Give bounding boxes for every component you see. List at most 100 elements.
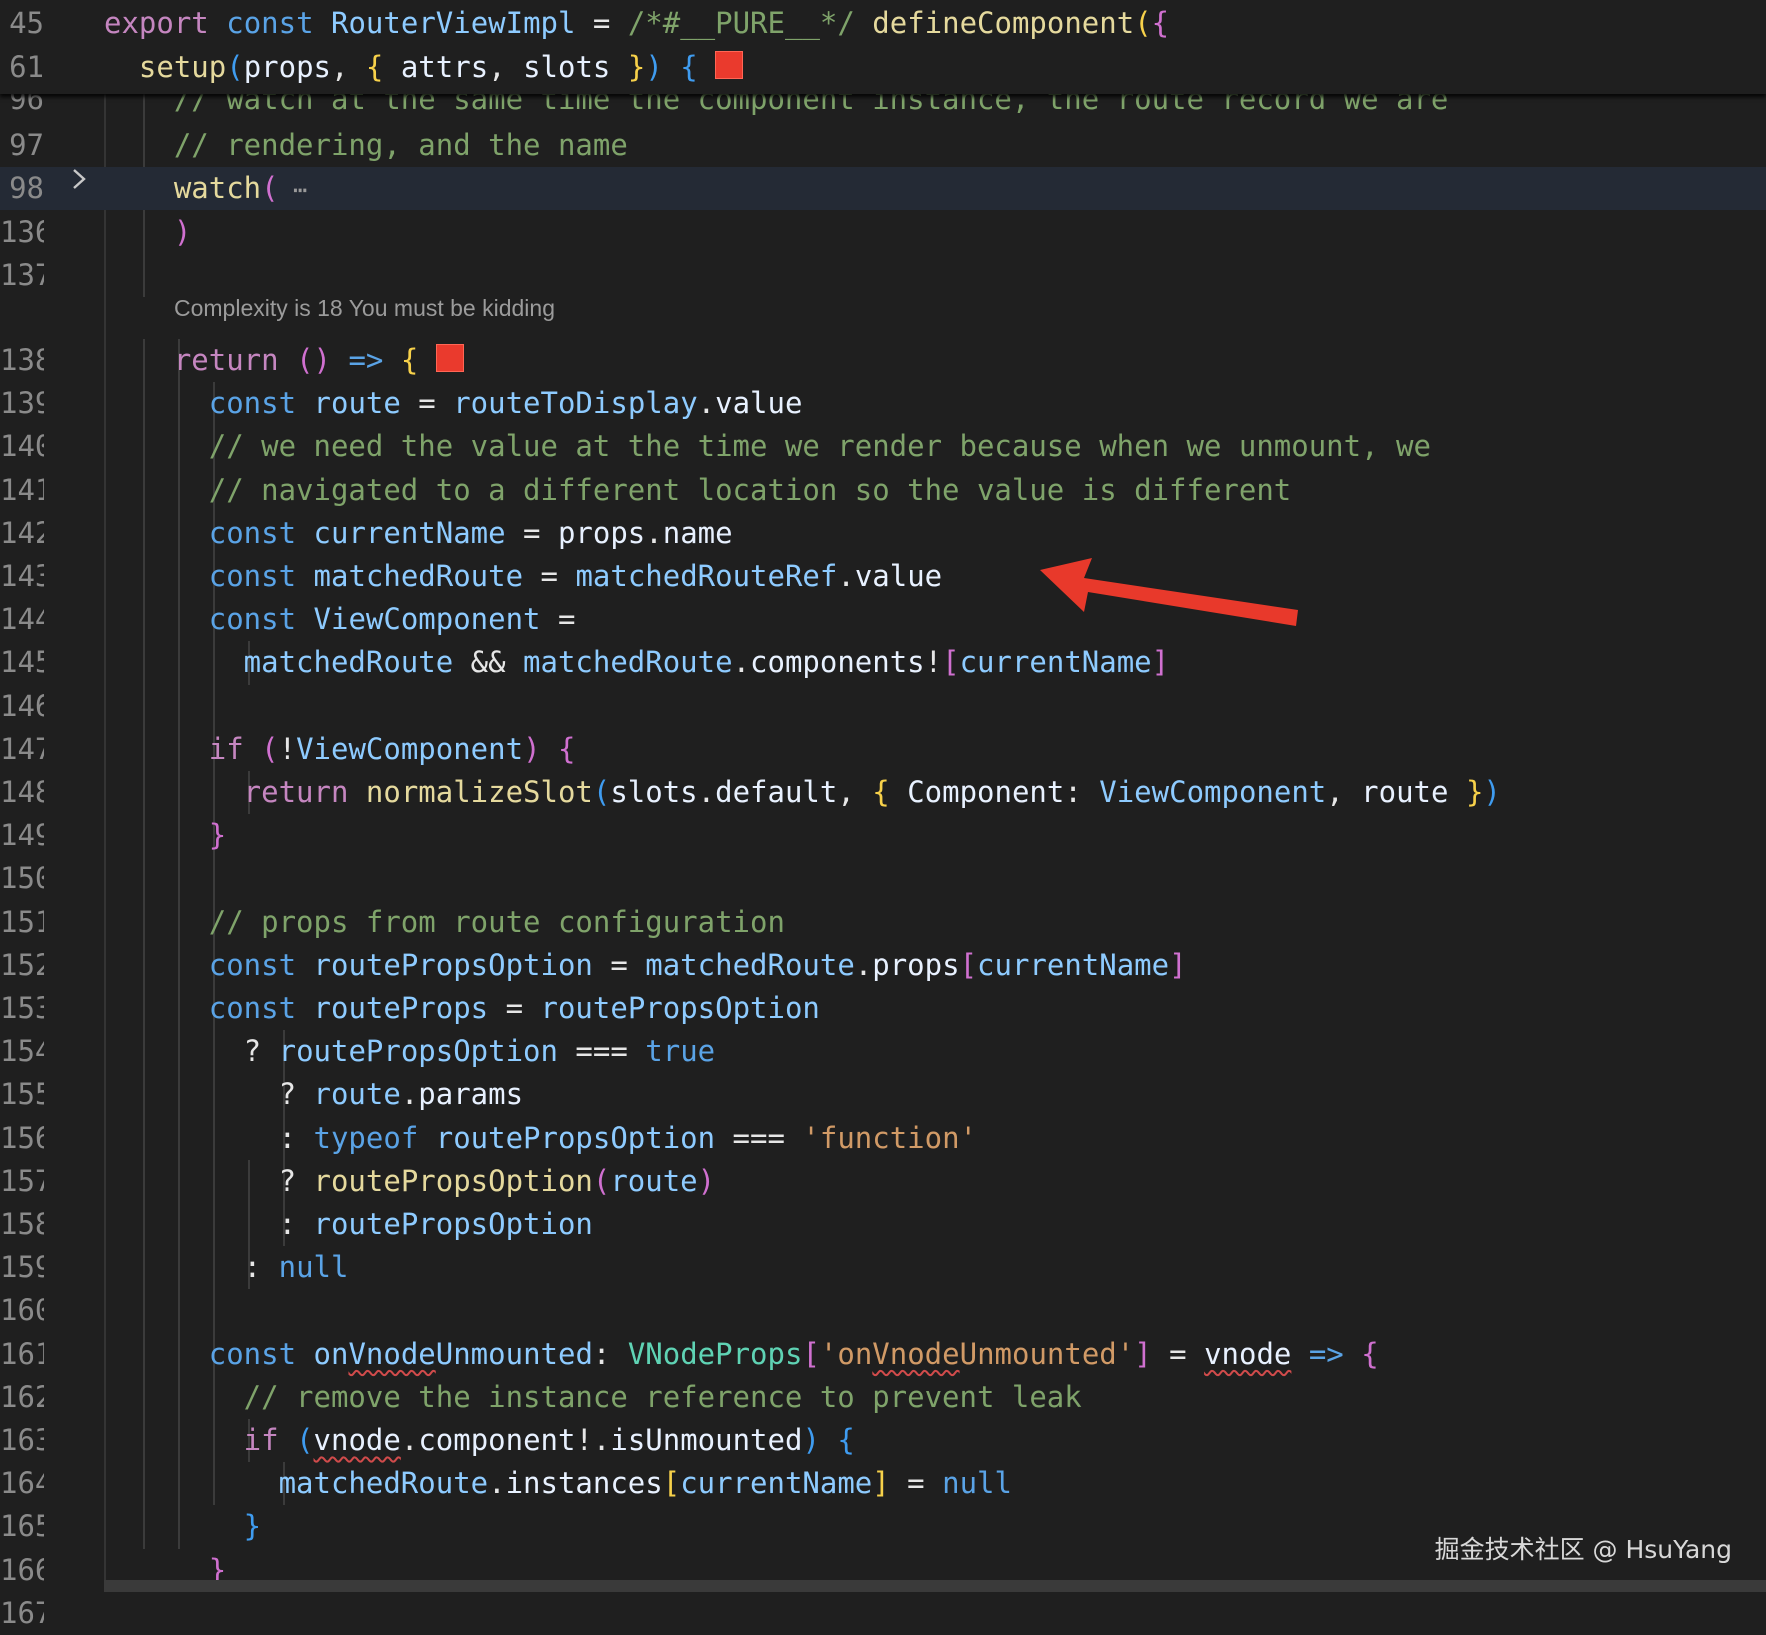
line-number: 149 [0,818,44,853]
code-line[interactable]: 162 // remove the instance reference to … [0,1376,1766,1419]
code-token: const [104,386,297,421]
code-token: ] [872,1466,890,1501]
code-token: return [104,343,279,377]
code-line[interactable]: 147 if (!ViewComponent) { [0,728,1766,771]
code-line[interactable]: 149 } [0,814,1766,857]
code-line[interactable]: 61 setup(props, { attrs, slots }) { [0,46,1766,89]
sticky-scroll-header[interactable]: 45 export const RouterViewImpl = /*#__PUR… [0,0,1766,94]
code-line[interactable]: 136 ) [0,211,1766,254]
code-token: routeProps [296,991,489,1025]
code-token: ) [313,343,331,377]
code-line[interactable]: 137 [0,254,1766,297]
code-token: ? [104,1077,314,1112]
code-line[interactable]: 153 const routeProps = routePropsOption [0,987,1766,1030]
code-token: ) [697,1163,716,1198]
code-line[interactable]: 146 [0,685,1766,728]
code-token: const [104,1336,297,1371]
code-line[interactable]: 152 const routePropsOption = matchedRout… [0,944,1766,987]
horizontal-scrollbar[interactable] [104,1580,1766,1592]
code-token: route [296,386,401,421]
code-token: . [697,775,716,809]
code-token: , [1326,775,1362,809]
code-token: ) [645,50,663,84]
code-token: slots [610,775,698,809]
code-token: props [557,515,646,550]
code-line[interactable]: 148 return normalizeSlot(slots.default, … [0,771,1766,814]
code-token: , [331,50,366,84]
code-token: props [872,947,960,982]
code-token: route [610,1163,698,1198]
code-line[interactable]: 156 : typeof routePropsOption === 'funct… [0,1117,1766,1160]
code-line[interactable]: 45 export const RouterViewImpl = /*#__PUR… [0,2,1766,45]
codelens-complexity[interactable]: Complexity is 18 You must be kidding [174,293,555,323]
code-token: = [505,515,558,550]
code-token: // navigated to a different location so … [104,472,1292,507]
code-line[interactable]: 141 // navigated to a different location… [0,469,1766,512]
code-token: on [296,1336,349,1371]
code-line[interactable]: 154 ? routePropsOption === true [0,1030,1766,1073]
code-line[interactable]: 155 ? route.params [0,1073,1766,1116]
code-line[interactable]: 144 const ViewComponent = [0,598,1766,641]
code-line[interactable]: 163 if (vnode.component!.isUnmounted) { [0,1419,1766,1462]
code-token: ( [243,731,279,766]
code-token: props [243,50,331,84]
line-number: 139 [0,386,44,421]
line-number: 157 [0,1163,44,1198]
code-token: ViewComponent [1099,775,1327,809]
code-token: . [400,1077,419,1112]
code-text: if (!ViewComponent) { [104,728,576,771]
code-token: route [313,1077,401,1112]
code-token: Vnode [872,1336,960,1371]
code-line[interactable]: 161 const onVnodeUnmounted: VNodeProps['… [0,1333,1766,1376]
code-line[interactable]: 142 const currentName = props.name [0,512,1766,555]
code-line[interactable]: 138 return () => { [0,339,1766,382]
line-number: 156 [0,1120,44,1155]
code-line[interactable]: 159 : null [0,1246,1766,1289]
code-token: attrs [383,50,489,84]
code-token: component [418,1423,576,1457]
line-number: 137 [0,257,44,292]
code-text: : null [104,1246,349,1289]
code-line[interactable]: 151 // props from route configuration [0,901,1766,944]
code-editor[interactable]: 96 // watch at the same time the compone… [0,0,1766,1630]
code-line[interactable]: 167 [0,1592,1766,1635]
code-token: routePropsOption [278,1034,558,1069]
code-line[interactable]: 98 watch( ⋯ [0,167,1766,211]
code-line[interactable]: 164 matchedRoute.instances[currentName] … [0,1462,1766,1505]
code-line[interactable]: 143 const matchedRoute = matchedRouteRef… [0,555,1766,598]
line-number: 147 [0,731,44,766]
code-token: // remove the instance reference to prev… [104,1379,1082,1414]
line-number: 136 [0,214,44,249]
chevron-right-icon[interactable] [70,168,88,190]
code-line[interactable]: 157 ? routePropsOption(route) [0,1160,1766,1203]
code-token: { [365,50,384,84]
code-token: } [104,818,227,853]
code-line[interactable]: 140 // we need the value at the time we … [0,425,1766,468]
code-text: ? route.params [104,1073,523,1116]
code-line[interactable]: 158 : routePropsOption [0,1203,1766,1246]
code-text: : routePropsOption [104,1203,593,1246]
code-token: const [104,515,297,550]
code-token: [ [662,1466,681,1501]
code-token: : [1064,775,1100,809]
code-line[interactable]: 160 [0,1289,1766,1332]
code-line[interactable]: 145 matchedRoute && matchedRoute.compone… [0,641,1766,684]
code-text: } [104,1505,261,1548]
code-token: = [1151,1336,1205,1371]
code-token: ( [226,50,244,84]
code-token: const [104,602,297,637]
code-token: currentName [959,645,1152,680]
line-number: 165 [0,1509,44,1544]
code-token: === [715,1120,803,1155]
code-token: true [645,1034,716,1069]
fold-placeholder[interactable]: ⋯ [279,176,307,204]
code-token: typeof [313,1120,419,1155]
code-line[interactable]: 97 // rendering, and the name [0,124,1766,167]
code-line[interactable]: 139 const route = routeToDisplay.value [0,382,1766,425]
line-number: 143 [0,559,44,593]
code-line[interactable]: 150 [0,857,1766,900]
code-text: const matchedRoute = matchedRouteRef.val… [104,555,942,598]
